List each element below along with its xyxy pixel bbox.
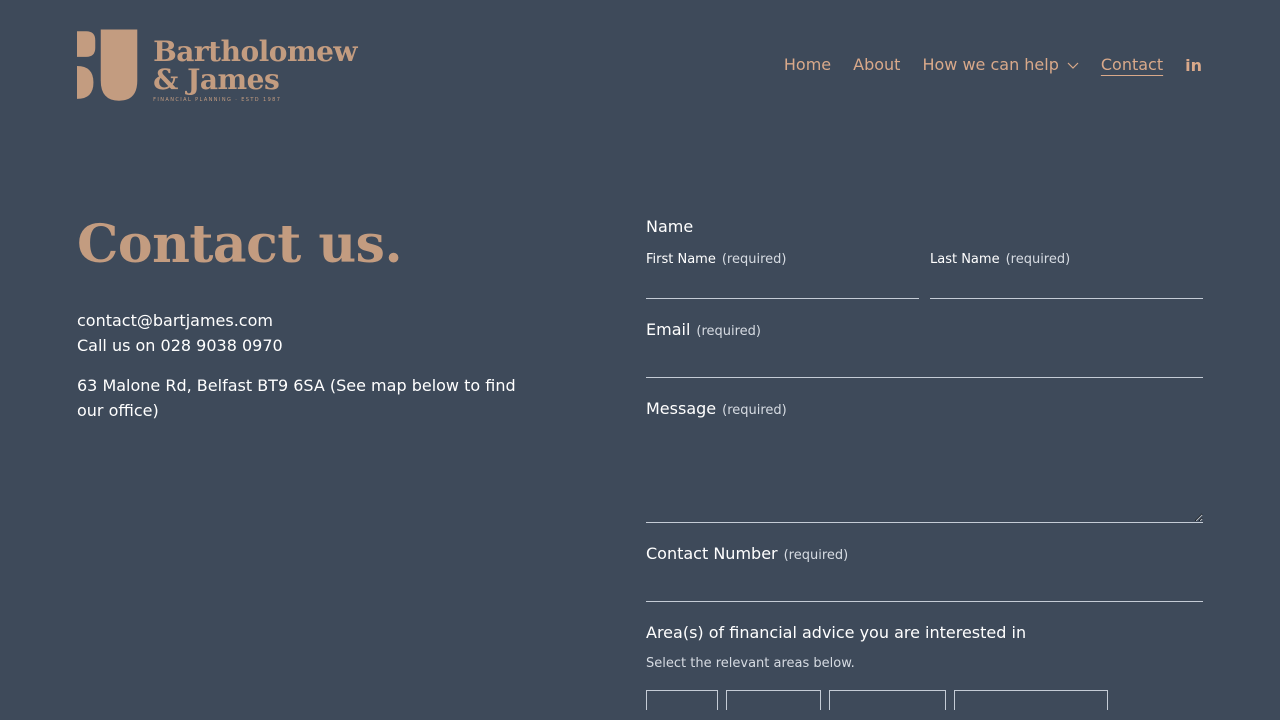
last-name-field[interactable] [930,269,1203,299]
last-name-group: Last Name (required) [930,248,1203,299]
main-nav: Home About How we can help Contact in [762,54,1202,76]
contact-details: contact@bartjames.com Call us on 028 903… [77,308,547,423]
nav-about[interactable]: About [853,54,900,76]
area-option[interactable] [726,690,821,710]
last-name-required: (required) [1005,252,1071,267]
first-name-field[interactable] [646,269,919,299]
message-group: Message (required) [646,399,1203,523]
linkedin-icon[interactable]: in [1185,56,1202,75]
nav-home[interactable]: Home [784,54,831,76]
message-field[interactable] [646,427,1203,523]
email-label: Email [646,320,691,339]
nav-how-we-can-help[interactable]: How we can help [922,54,1079,76]
message-label: Message [646,399,717,418]
first-name-required: (required) [721,252,787,267]
brand-line-2: & James [153,63,280,96]
logo-mark-icon [77,29,138,101]
contact-number-label: Contact Number [646,544,778,563]
page-title: Contact us. [77,214,403,275]
area-option[interactable] [646,690,718,710]
last-name-label: Last Name [930,252,1000,267]
name-label: Name [646,217,694,236]
nav-how-we-can-help-label: How we can help [922,55,1059,74]
areas-options [646,690,1203,710]
contact-number-field[interactable] [646,572,1203,602]
brand-wordmark: Bartholomew & James FINANCIAL PLANNING ·… [153,35,357,104]
email-group: Email (required) [646,320,1203,378]
first-name-group: First Name (required) [646,248,919,299]
contact-number-group: Contact Number (required) [646,544,1203,602]
brand-tagline: FINANCIAL PLANNING · ESTD 1987 [153,97,282,103]
brand-logo[interactable]: Bartholomew & James FINANCIAL PLANNING ·… [77,26,357,106]
first-name-label: First Name [646,252,716,267]
brand-line-1: Bartholomew [153,35,357,68]
areas-label: Area(s) of financial advice you are inte… [646,623,1027,642]
area-option[interactable] [954,690,1108,710]
areas-group: Area(s) of financial advice you are inte… [646,623,1203,710]
email-required: (required) [696,324,762,339]
contact-phone: Call us on 028 9038 0970 [77,336,283,355]
contact-number-required: (required) [783,548,849,563]
contact-form: Name First Name (required) Last Name (requ… [646,216,1203,710]
nav-contact[interactable]: Contact [1101,54,1163,76]
contact-address: 63 Malone Rd, Belfast BT9 6SA (See map b… [77,376,516,420]
areas-help-text: Select the relevant areas below. [646,656,855,671]
contact-email[interactable]: contact@bartjames.com [77,308,547,333]
chevron-down-icon [1067,62,1079,69]
message-required: (required) [722,403,787,418]
email-field[interactable] [646,348,1203,378]
area-option[interactable] [829,690,946,710]
